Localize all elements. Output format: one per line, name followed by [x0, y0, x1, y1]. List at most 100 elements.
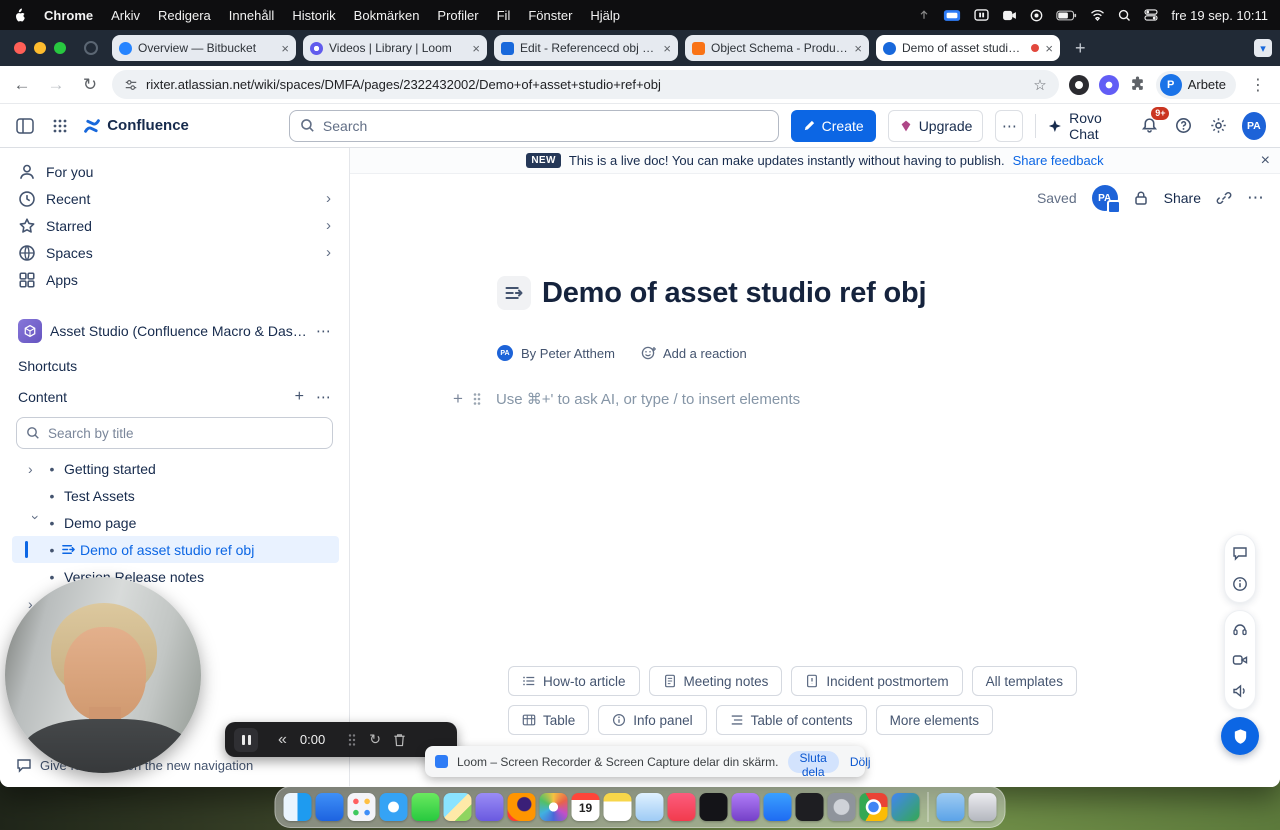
template-incident-postmortem[interactable]: Incident postmortem: [791, 666, 963, 696]
sidebar-search[interactable]: [16, 417, 333, 449]
sidebar-item-spaces[interactable]: Spaces ›: [8, 239, 341, 266]
app-store-icon[interactable]: [763, 793, 792, 821]
add-reaction-button[interactable]: Add a reaction: [641, 345, 747, 361]
sidebar-space[interactable]: Asset Studio (Confluence Macro & Dashboa…: [10, 315, 339, 347]
back-button[interactable]: ←: [10, 75, 34, 95]
drag-dots-icon[interactable]: [347, 733, 357, 747]
banner-close-icon[interactable]: ×: [1261, 152, 1270, 170]
page-emoji-icon[interactable]: [497, 276, 531, 310]
delete-recording-icon[interactable]: [393, 733, 406, 747]
window-minimize-button[interactable]: [34, 42, 46, 54]
profile-chip[interactable]: P Arbete: [1155, 70, 1236, 99]
trash-icon[interactable]: [968, 793, 997, 821]
tab-close-icon[interactable]: ×: [281, 42, 289, 55]
details-info-icon[interactable]: [1232, 576, 1248, 592]
space-more-icon[interactable]: ⋯: [316, 322, 331, 340]
menubar-item-profiler[interactable]: Profiler: [437, 8, 478, 23]
chrome-menu-icon[interactable]: ⋮: [1246, 75, 1270, 95]
lock-icon[interactable]: [1133, 190, 1149, 206]
webcam-overlay[interactable]: [5, 577, 201, 773]
window-close-button[interactable]: [14, 42, 26, 54]
music-icon[interactable]: [667, 793, 696, 821]
sidebar-toggle-icon[interactable]: [14, 113, 37, 139]
add-content-icon[interactable]: +: [295, 388, 304, 406]
recorder-window-icon[interactable]: [974, 9, 990, 21]
tab-bitbucket[interactable]: Overview — Bitbucket ×: [112, 35, 296, 61]
loom-control-bar[interactable]: « 0:00 ↻: [225, 722, 457, 757]
share-feedback-link[interactable]: Share feedback: [1013, 153, 1104, 168]
settings-gear-icon[interactable]: [1207, 113, 1230, 139]
control-center-icon[interactable]: [1144, 9, 1158, 21]
chevron-right-icon[interactable]: ›: [326, 244, 331, 261]
terminal-icon[interactable]: [795, 793, 824, 821]
nav-more-button[interactable]: ⋯: [995, 109, 1024, 142]
menubar-item-fonster[interactable]: Fönster: [528, 8, 572, 23]
tab-jira[interactable]: Edit - Referencecd obj - Jira ×: [494, 35, 678, 61]
drag-handle-icon[interactable]: [472, 392, 482, 406]
address-bar[interactable]: rixter.atlassian.net/wiki/spaces/DMFA/pa…: [112, 70, 1059, 99]
app-switcher-icon[interactable]: [49, 113, 72, 139]
launchpad-icon[interactable]: [347, 793, 376, 821]
tree-item-test-assets[interactable]: • Test Assets: [12, 482, 339, 509]
chevron-right-icon[interactable]: ›: [28, 461, 44, 477]
template-all-templates[interactable]: All templates: [971, 666, 1077, 696]
menubar-clock[interactable]: fre 19 sep. 10:11: [1171, 8, 1268, 23]
firefox-icon[interactable]: [507, 793, 536, 821]
video-icon[interactable]: [1232, 652, 1248, 668]
create-button[interactable]: Create: [790, 109, 876, 142]
author-avatar[interactable]: PA: [497, 345, 513, 361]
element-table[interactable]: Table: [508, 705, 590, 735]
safari-icon[interactable]: [379, 793, 408, 821]
app-icon[interactable]: [635, 793, 664, 821]
site-settings-icon[interactable]: [124, 78, 138, 92]
menubar-item-innehall[interactable]: Innehåll: [229, 8, 275, 23]
tree-item-demo-page[interactable]: › • Demo page: [12, 509, 339, 536]
sidebar-content-header[interactable]: Content + ⋯: [18, 384, 331, 409]
apple-tv-icon[interactable]: [699, 793, 728, 821]
editor-area[interactable]: + Use ⌘+' to ask AI, or type / to insert…: [453, 389, 800, 409]
tree-item-getting-started[interactable]: › • Getting started: [12, 455, 339, 482]
help-button[interactable]: [1172, 113, 1195, 139]
megaphone-icon[interactable]: [1232, 683, 1248, 699]
new-tab-button[interactable]: +: [1075, 38, 1086, 59]
page-title[interactable]: Demo of asset studio ref obj: [542, 277, 927, 310]
chevron-right-icon[interactable]: ›: [326, 190, 331, 207]
sidebar-item-apps[interactable]: Apps: [8, 266, 341, 293]
sidebar-item-starred[interactable]: Starred ›: [8, 212, 341, 239]
tab-close-icon[interactable]: ×: [472, 42, 480, 55]
calendar-icon[interactable]: 19: [571, 793, 600, 821]
menubar-item-bokmarken[interactable]: Bokmärken: [354, 8, 420, 23]
app-icon[interactable]: [475, 793, 504, 821]
extension-icon[interactable]: [1068, 74, 1089, 95]
chrome-icon[interactable]: [859, 793, 888, 821]
menubar-item-chrome[interactable]: Chrome: [44, 8, 93, 23]
insert-plus-icon[interactable]: +: [453, 389, 463, 409]
element-info-panel[interactable]: Info panel: [598, 705, 707, 735]
camera-status-icon[interactable]: [1002, 10, 1017, 21]
menubar-item-fil[interactable]: Fil: [497, 8, 511, 23]
page-more-icon[interactable]: ⋯: [1247, 188, 1264, 208]
forward-button[interactable]: →: [44, 75, 68, 95]
stop-sharing-button[interactable]: Sluta dela: [787, 750, 839, 779]
downloads-folder-icon[interactable]: [936, 793, 965, 821]
comments-icon[interactable]: [1232, 545, 1248, 561]
menubar-item-arkiv[interactable]: Arkiv: [111, 8, 140, 23]
sidebar-item-recent[interactable]: Recent ›: [8, 185, 341, 212]
restart-icon[interactable]: ↻: [369, 731, 381, 748]
podcasts-icon[interactable]: [731, 793, 760, 821]
finder-icon[interactable]: [283, 793, 312, 821]
element-more-elements[interactable]: More elements: [875, 705, 993, 735]
maps-icon[interactable]: [443, 793, 472, 821]
loom-extension-icon[interactable]: [1098, 74, 1119, 95]
presence-avatar[interactable]: PA: [1091, 185, 1121, 214]
search-input[interactable]: [322, 117, 768, 134]
template-meeting-notes[interactable]: Meeting notes: [648, 666, 783, 696]
window-zoom-button[interactable]: [54, 42, 66, 54]
hide-share-bar-button[interactable]: Dölj: [850, 755, 871, 769]
photos-icon[interactable]: [539, 793, 568, 821]
bookmark-star-icon[interactable]: ☆: [1033, 76, 1046, 94]
sidebar-item-for-you[interactable]: For you: [8, 158, 341, 185]
tab-close-icon[interactable]: ×: [663, 42, 671, 55]
template-how-to-article[interactable]: How-to article: [508, 666, 640, 696]
tab-loom[interactable]: Videos | Library | Loom ×: [303, 35, 487, 61]
